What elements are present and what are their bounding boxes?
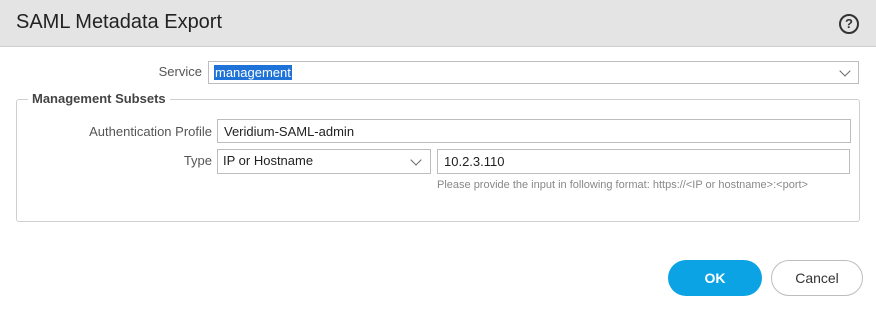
help-icon[interactable]: ? xyxy=(839,14,859,34)
type-label: Type xyxy=(183,153,212,168)
ok-button[interactable]: OK xyxy=(668,260,762,296)
saml-metadata-export-dialog: SAML Metadata Export ? Service managemen… xyxy=(0,0,876,312)
address-value: 10.2.3.110 xyxy=(444,154,505,169)
dialog-titlebar: SAML Metadata Export ? xyxy=(0,0,876,47)
type-select-value: IP or Hostname xyxy=(223,153,314,168)
chevron-down-icon xyxy=(410,154,422,166)
address-field[interactable]: 10.2.3.110 xyxy=(437,149,850,174)
service-select[interactable]: management xyxy=(208,61,859,84)
chevron-down-icon xyxy=(839,65,851,77)
type-select[interactable]: IP or Hostname xyxy=(217,149,431,174)
service-select-value: management xyxy=(214,65,292,80)
management-subsets-legend: Management Subsets xyxy=(28,91,170,106)
cancel-button[interactable]: Cancel xyxy=(771,260,863,296)
dialog-title: SAML Metadata Export xyxy=(16,11,223,33)
format-hint: Please provide the input in following fo… xyxy=(437,179,808,191)
service-label: Service xyxy=(158,64,202,79)
auth-profile-value: Veridium-SAML-admin xyxy=(224,124,355,139)
auth-profile-field[interactable]: Veridium-SAML-admin xyxy=(217,119,851,143)
auth-profile-label: Authentication Profile xyxy=(89,124,212,139)
